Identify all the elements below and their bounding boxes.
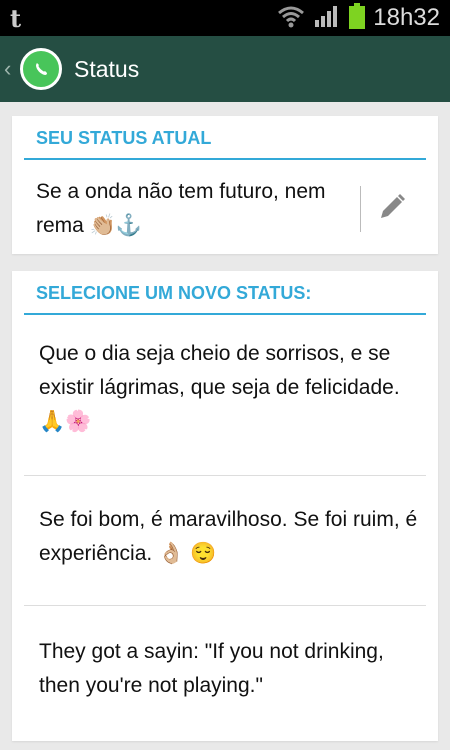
praying-hands-emoji: 🙏	[39, 410, 66, 434]
tumblr-notification-icon: t	[10, 3, 22, 33]
clapping-emoji: 👏🏼	[89, 214, 116, 238]
whatsapp-icon[interactable]	[20, 48, 62, 90]
current-status-text[interactable]: Se a onda não tem futuro, nem rema 👏🏼⚓	[36, 175, 356, 243]
back-chevron-icon[interactable]: ‹	[4, 56, 18, 82]
current-status-header: SEU STATUS ATUAL	[12, 116, 438, 160]
anchor-emoji: ⚓	[115, 214, 143, 238]
new-status-header: SELECIONE UM NOVO STATUS:	[12, 271, 438, 315]
clock: 18h32	[373, 4, 440, 31]
new-status-card: SELECIONE UM NOVO STATUS: Que o dia seja…	[12, 271, 438, 741]
status-option[interactable]: They got a sayin: "If you not drinking, …	[12, 605, 438, 725]
page-title: Status	[74, 55, 140, 82]
current-status-row: Se a onda não tem futuro, nem rema 👏🏼⚓	[12, 160, 438, 258]
wifi-icon	[277, 4, 305, 33]
status-option[interactable]: Se foi bom, é maravilhoso. Se foi ruim, …	[12, 475, 438, 605]
status-option[interactable]: Que o dia seja cheio de sorrisos, e se e…	[12, 315, 438, 475]
action-bar: ‹ Status	[0, 36, 450, 102]
battery-icon	[349, 2, 366, 34]
cherry-blossom-emoji: 🌸	[65, 410, 92, 434]
relieved-face-emoji: 😌	[190, 542, 217, 566]
edit-status-button[interactable]	[361, 179, 423, 239]
signal-icon	[313, 4, 341, 33]
current-status-card: SEU STATUS ATUAL Se a onda não tem futur…	[12, 116, 438, 254]
ok-hand-emoji: 👌🏼	[158, 542, 185, 566]
system-status-bar: t 18h32	[0, 0, 450, 36]
pencil-icon	[377, 192, 407, 227]
